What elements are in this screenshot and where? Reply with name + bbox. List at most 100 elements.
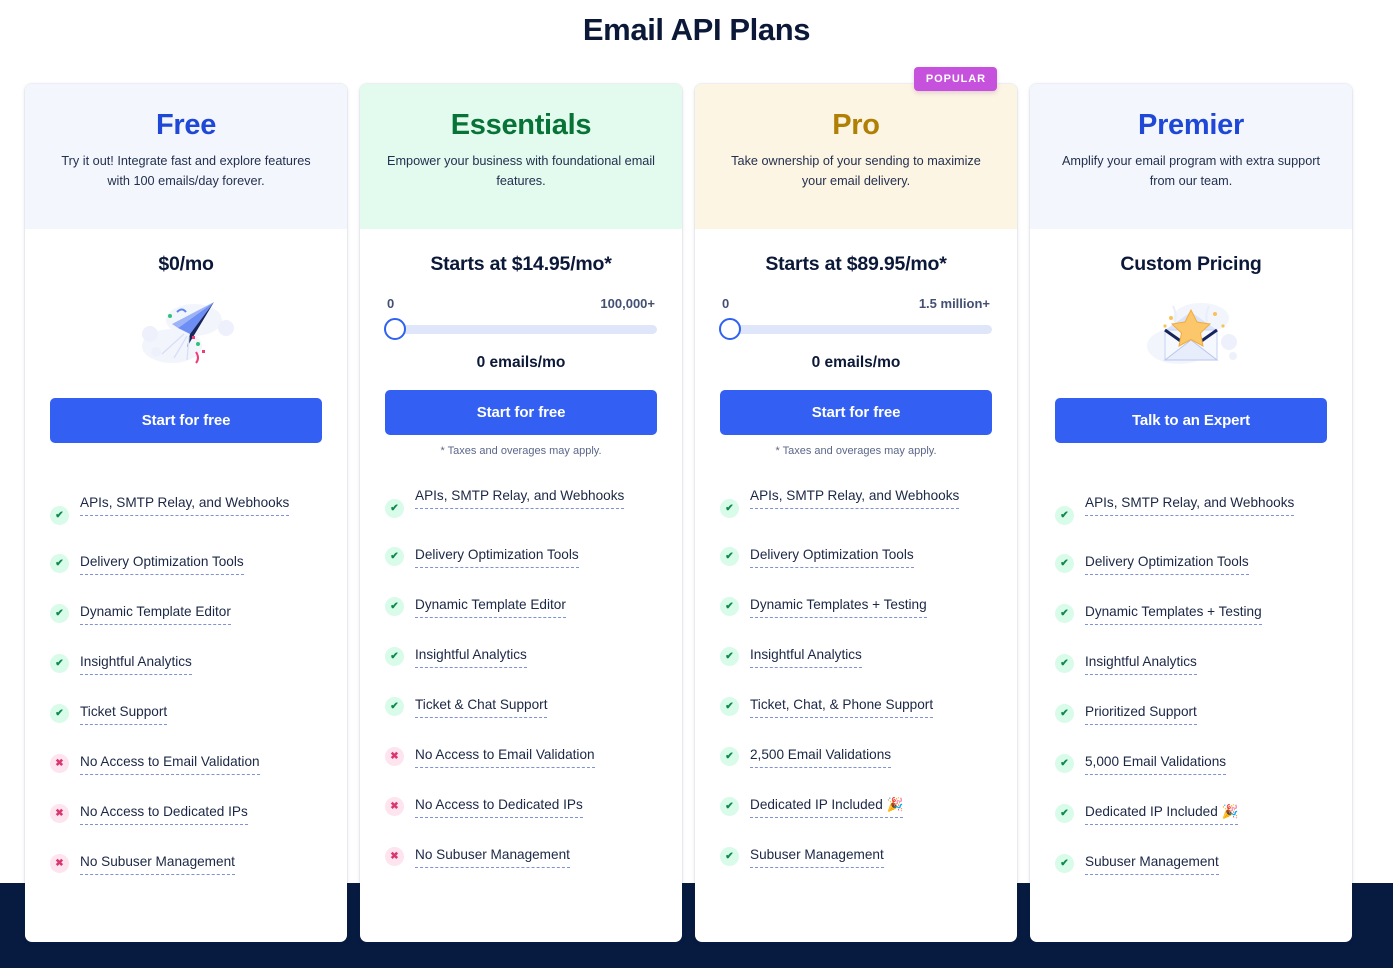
feature-label[interactable]: Insightful Analytics [80, 651, 192, 676]
feature-item: ✔ Dedicated IP Included 🎉 [720, 794, 992, 819]
feature-label[interactable]: APIs, SMTP Relay, and Webhooks [415, 485, 625, 510]
check-icon: ✔ [1055, 506, 1074, 525]
feature-label[interactable]: No Access to Email Validation [415, 744, 595, 769]
feature-label[interactable]: Dynamic Templates + Testing [1085, 601, 1262, 626]
feature-label[interactable]: APIs, SMTP Relay, and Webhooks [750, 485, 960, 510]
plan-name: Premier [1138, 109, 1244, 141]
check-icon: ✔ [720, 647, 739, 667]
slider-range-labels: 0 100,000+ [385, 296, 657, 311]
plan-cta-button[interactable]: Start for free [385, 390, 657, 435]
feature-label[interactable]: Dedicated IP Included 🎉 [750, 794, 904, 819]
plan-cta-button[interactable]: Start for free [50, 398, 322, 443]
plan-card-free: Free Try it out! Integrate fast and expl… [25, 84, 347, 942]
check-icon: ✔ [720, 547, 739, 566]
plan-cta-button[interactable]: Start for free [720, 390, 992, 435]
feature-label[interactable]: Dynamic Templates + Testing [750, 594, 927, 619]
feature-label[interactable]: Dynamic Template Editor [80, 601, 231, 626]
feature-label[interactable]: Dynamic Template Editor [415, 594, 566, 619]
feature-label[interactable]: Subuser Management [750, 844, 884, 869]
feature-label[interactable]: Insightful Analytics [1085, 651, 1197, 676]
volume-slider[interactable]: 0 1.5 million+ 0 emails/mo [719, 296, 992, 372]
feature-item: ✔ Ticket & Chat Support [385, 694, 657, 719]
page-title: Email API Plans [582, 12, 811, 47]
cross-icon: ✖ [385, 847, 404, 867]
feature-item: ✔ Prioritized Support [1055, 701, 1327, 726]
slider-track-row[interactable] [384, 318, 657, 340]
plan-body: Starts at $14.95/mo* 0 100,000+ 0 emails… [360, 229, 682, 942]
feature-label[interactable]: APIs, SMTP Relay, and Webhooks [1085, 492, 1295, 517]
check-icon: ✔ [50, 654, 69, 674]
cross-icon: ✖ [50, 804, 69, 824]
feature-label[interactable]: Delivery Optimization Tools [80, 551, 244, 576]
slider-max-label: 1.5 million+ [918, 296, 990, 311]
plan-price: Custom Pricing [1120, 253, 1262, 275]
slider-thumb[interactable] [384, 318, 406, 340]
slider-min-label: 0 [722, 296, 730, 311]
feature-label[interactable]: 5,000 Email Validations [1085, 751, 1227, 776]
plan-price: Starts at $14.95/mo* [430, 253, 612, 275]
feature-label[interactable]: No Access to Email Validation [80, 751, 260, 776]
slider-max-label: 100,000+ [600, 296, 655, 311]
feature-list: ✔ APIs, SMTP Relay, and Webhooks ✔ Deliv… [1055, 492, 1327, 901]
feature-item: ✔ Ticket Support [50, 701, 322, 726]
check-icon: ✔ [50, 554, 69, 573]
check-icon: ✔ [720, 499, 739, 518]
feature-label[interactable]: No Subuser Management [415, 844, 570, 869]
feature-item: ✔ Dynamic Templates + Testing [720, 594, 992, 619]
check-icon: ✔ [50, 604, 69, 624]
check-icon: ✔ [385, 647, 404, 667]
check-icon: ✔ [385, 597, 404, 617]
feature-label[interactable]: Subuser Management [1085, 851, 1219, 876]
feature-label[interactable]: Ticket & Chat Support [415, 694, 548, 719]
feature-item: ✔ Insightful Analytics [50, 651, 322, 676]
feature-item: ✖ No Access to Email Validation [50, 751, 322, 776]
cross-icon: ✖ [385, 797, 404, 817]
cross-icon: ✖ [50, 754, 69, 774]
feature-item: ✔ Dedicated IP Included 🎉 [1055, 801, 1327, 826]
feature-label[interactable]: Insightful Analytics [750, 644, 862, 669]
feature-item: ✔ APIs, SMTP Relay, and Webhooks [50, 492, 322, 525]
feature-label[interactable]: No Access to Dedicated IPs [80, 801, 248, 826]
popular-badge: POPULAR [913, 67, 997, 91]
feature-item: ✖ No Access to Dedicated IPs [50, 801, 322, 826]
plan-header: Free Try it out! Integrate fast and expl… [25, 84, 347, 229]
pricing-cards-row: Free Try it out! Integrate fast and expl… [25, 67, 1368, 942]
feature-label[interactable]: Insightful Analytics [415, 644, 527, 669]
feature-label[interactable]: No Subuser Management [80, 851, 235, 876]
check-icon: ✔ [1055, 804, 1074, 824]
feature-label[interactable]: Prioritized Support [1085, 701, 1197, 726]
slider-track[interactable] [720, 324, 992, 334]
plan-description: Take ownership of your sending to maximi… [731, 153, 981, 189]
slider-track-row[interactable] [719, 318, 992, 340]
feature-item: ✖ No Access to Email Validation [385, 744, 657, 769]
slider-track[interactable] [385, 324, 657, 334]
feature-label[interactable]: No Access to Dedicated IPs [415, 794, 583, 819]
slider-value-label: 0 emails/mo [476, 354, 566, 371]
feature-list: ✔ APIs, SMTP Relay, and Webhooks ✔ Deliv… [720, 485, 992, 894]
feature-item: ✔ 5,000 Email Validations [1055, 751, 1327, 776]
feature-label[interactable]: Delivery Optimization Tools [415, 544, 579, 569]
feature-label[interactable]: Ticket Support [80, 701, 168, 726]
feature-item: ✔ APIs, SMTP Relay, and Webhooks [1055, 492, 1327, 525]
plan-card-pro: POPULAR Pro Take ownership of your sendi… [695, 67, 1017, 942]
feature-item: ✖ No Subuser Management [50, 851, 322, 876]
plan-header: Premier Amplify your email program with … [1030, 84, 1352, 229]
feature-item: ✔ Insightful Analytics [385, 644, 657, 669]
feature-item: ✔ 2,500 Email Validations [720, 744, 992, 769]
taxes-note-spacer [50, 443, 322, 464]
plan-cta-button[interactable]: Talk to an Expert [1055, 398, 1327, 443]
feature-label[interactable]: Delivery Optimization Tools [750, 544, 914, 569]
feature-label[interactable]: APIs, SMTP Relay, and Webhooks [80, 492, 290, 517]
feature-label[interactable]: Dedicated IP Included 🎉 [1085, 801, 1239, 826]
feature-item: ✔ Subuser Management [1055, 851, 1327, 876]
plan-illustration [50, 280, 322, 384]
feature-label[interactable]: Delivery Optimization Tools [1085, 551, 1249, 576]
feature-label[interactable]: 2,500 Email Validations [750, 744, 892, 769]
taxes-note: * Taxes and overages may apply. [775, 445, 937, 457]
feature-label[interactable]: Ticket, Chat, & Phone Support [750, 694, 934, 719]
slider-thumb[interactable] [719, 318, 741, 340]
plan-illustration [1055, 280, 1327, 384]
volume-slider[interactable]: 0 100,000+ 0 emails/mo [384, 296, 657, 372]
check-icon: ✔ [720, 697, 739, 717]
check-icon: ✔ [720, 597, 739, 617]
